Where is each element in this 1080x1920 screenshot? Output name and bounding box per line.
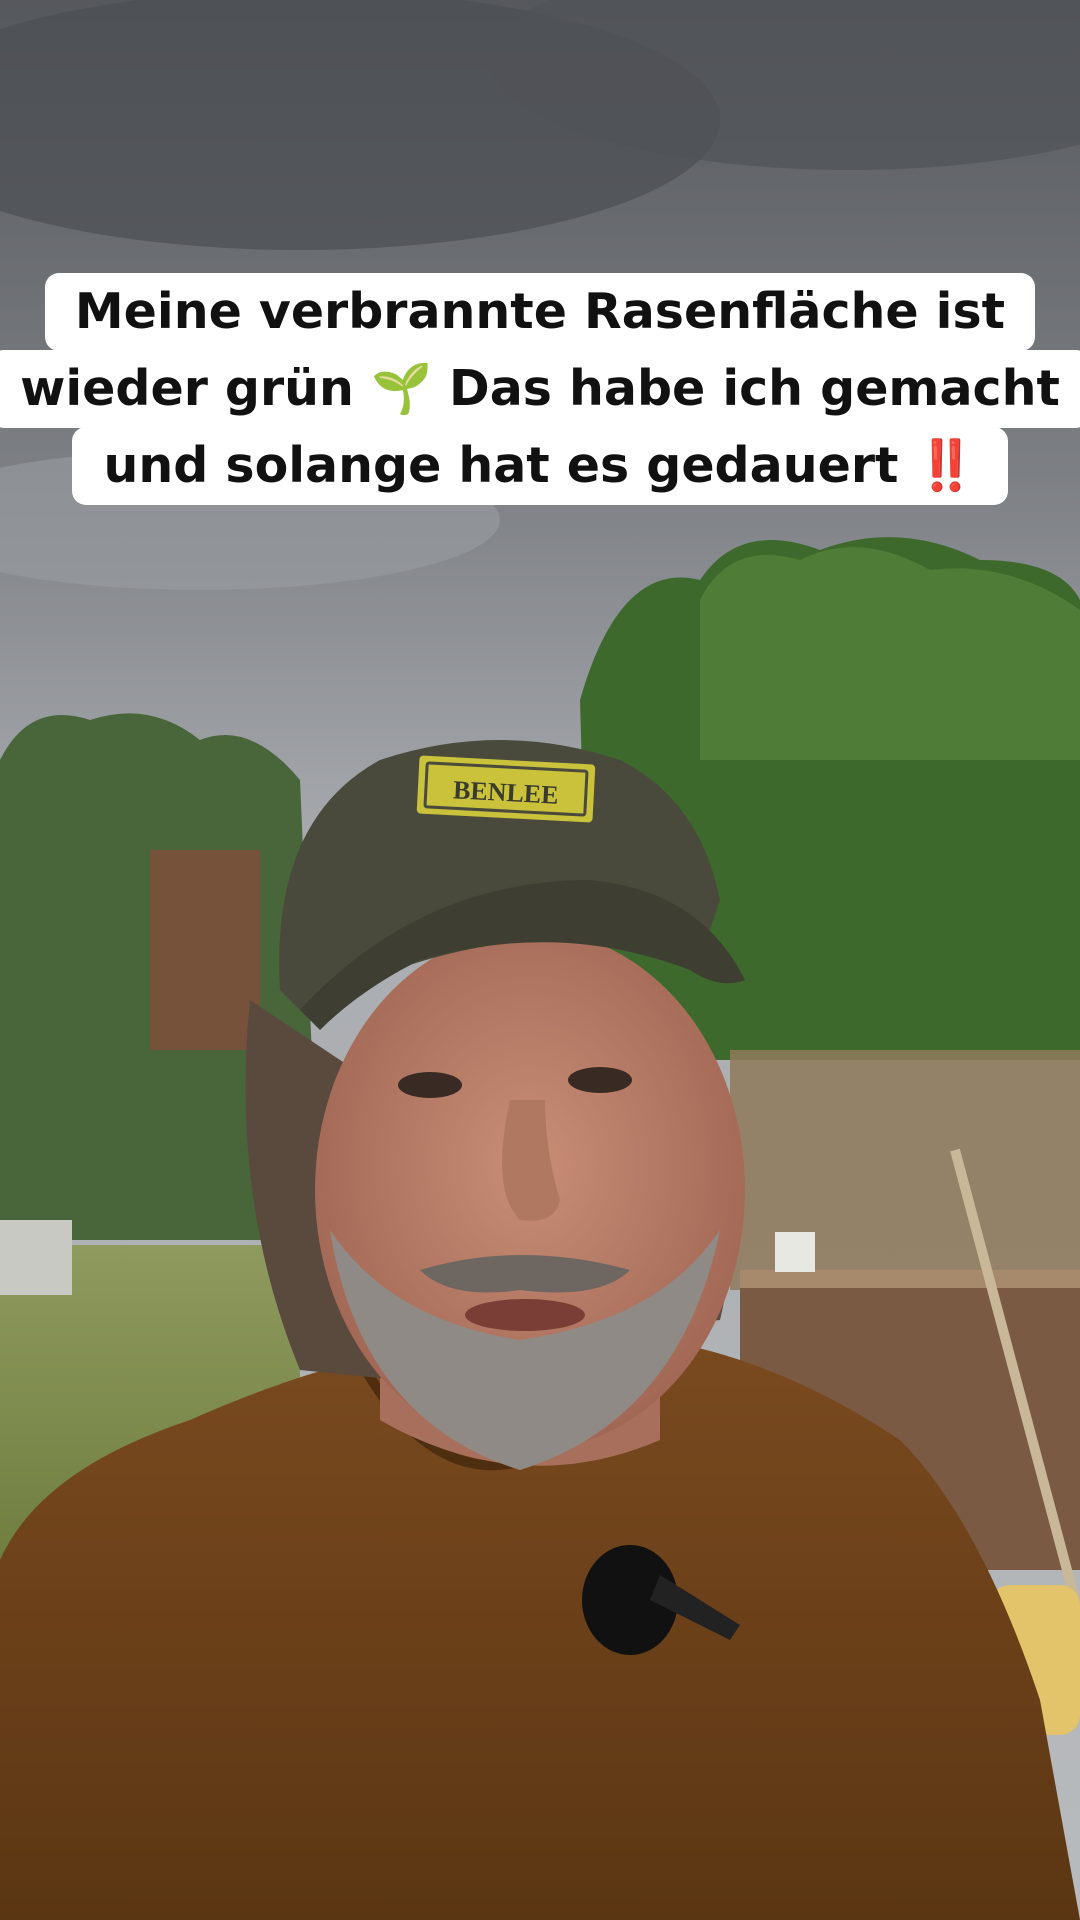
caption-line-1: Meine verbrannte Rasenfläche ist [44,273,1036,351]
planter-box [0,1220,72,1295]
eye-right [568,1067,632,1093]
mouth [465,1299,585,1331]
caption-overlay: Meine verbrannte Rasenfläche ist wieder … [0,273,1080,505]
eye-left [398,1072,462,1098]
house-wall [150,850,260,1050]
cap-logo-text: BENLEE [452,775,559,809]
caption-line-3: und solange hat es gedauert ‼️ [71,427,1009,505]
flower-pot [775,1232,815,1272]
raised-bed-edge [740,1270,1080,1288]
caption-line-2: wieder grün 🌱 Das habe ich gemacht [0,350,1080,428]
